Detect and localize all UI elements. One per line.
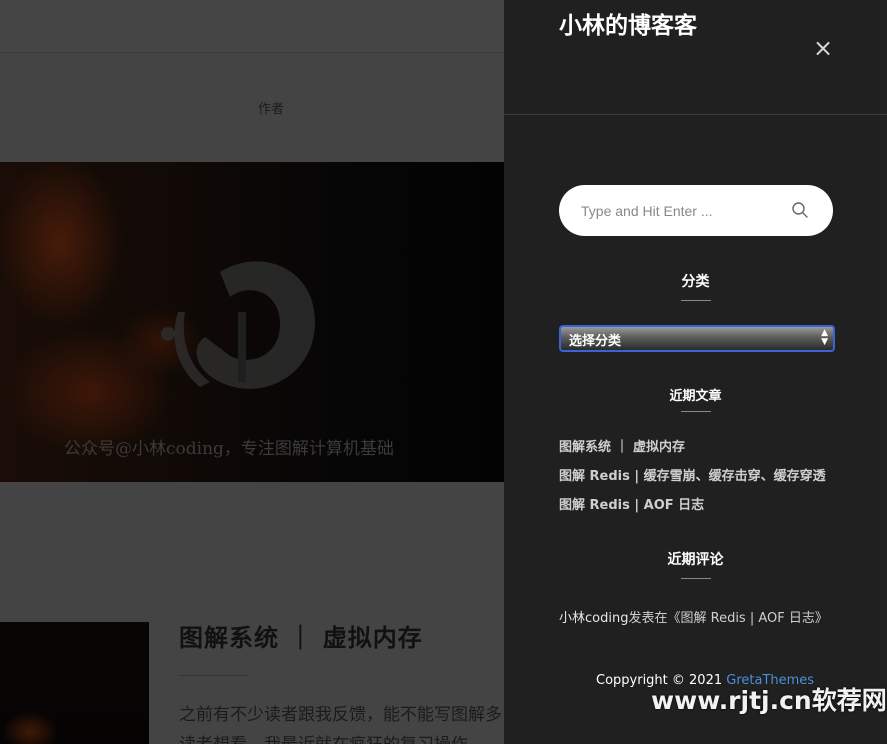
post-title-divider	[179, 675, 249, 676]
sidebar-header: 小林的博客客 ×	[504, 0, 887, 115]
search-input[interactable]	[581, 199, 781, 223]
background-top-bar	[0, 0, 504, 53]
recent-posts-divider	[681, 411, 711, 412]
search-box	[559, 185, 833, 236]
list-item: 图解系统 ｜ 虚拟内存	[559, 436, 859, 465]
recent-comment: 小林coding发表在《图解 Redis | AOF 日志》	[559, 607, 828, 626]
categories-title: 分类	[681, 274, 710, 290]
background-page: 作者 公众号@小林coding，专注图解计算机基础 图解系统 ｜ 虚拟内存 之前…	[0, 0, 504, 744]
blog-logo-icon	[161, 261, 315, 389]
site-title[interactable]: 小林的博客客	[559, 6, 709, 46]
post-excerpt: 之前有不少读者跟我反馈，能不能写图解多读者想看，我最近就在疯狂的复习操作	[179, 705, 502, 744]
list-item: 图解 Redis | 缓存雪崩、缓存击穿、缓存穿透	[559, 465, 859, 494]
recent-posts-list: 图解系统 ｜ 虚拟内存 图解 Redis | 缓存雪崩、缓存击穿、缓存穿透 图解…	[559, 436, 859, 523]
recent-comments-title: 近期评论	[667, 552, 724, 568]
recent-post-link[interactable]: 图解 Redis | AOF 日志	[559, 498, 704, 513]
recent-comments-divider	[681, 578, 711, 579]
hero-caption: 公众号@小林coding，专注图解计算机基础	[64, 439, 394, 459]
comment-post-link[interactable]: 《图解 Redis | AOF 日志》	[667, 611, 827, 626]
select-arrows-icon: ▲ ▼	[821, 328, 828, 347]
nav-item-author[interactable]: 作者	[258, 98, 284, 117]
categories-divider	[681, 300, 711, 301]
recent-post-link[interactable]: 图解 Redis | 缓存雪崩、缓存击穿、缓存穿透	[559, 469, 826, 484]
list-item: 图解 Redis | AOF 日志	[559, 494, 859, 523]
category-select[interactable]: 选择分类 ▲ ▼	[559, 325, 835, 352]
watermark: www.rjtj.cn软荐网	[651, 686, 887, 715]
recent-posts-title: 近期文章	[669, 389, 722, 404]
close-icon[interactable]: ×	[812, 36, 834, 60]
sidebar-panel: 小林的博客客 × 分类 选择分类 ▲▼ 近期文章 图解系统 ｜ 虚拟内存 图解 …	[504, 0, 887, 744]
search-icon[interactable]	[791, 201, 809, 219]
comment-author-link[interactable]: 小林coding	[559, 611, 628, 626]
recent-post-link[interactable]: 图解系统 ｜ 虚拟内存	[559, 440, 685, 455]
post-title[interactable]: 图解系统 ｜ 虚拟内存	[179, 618, 423, 653]
post-thumbnail[interactable]	[0, 622, 149, 744]
category-select-value: 选择分类	[569, 334, 622, 349]
hero-banner: 公众号@小林coding，专注图解计算机基础	[0, 162, 504, 482]
comment-connector: 发表在	[628, 611, 668, 626]
